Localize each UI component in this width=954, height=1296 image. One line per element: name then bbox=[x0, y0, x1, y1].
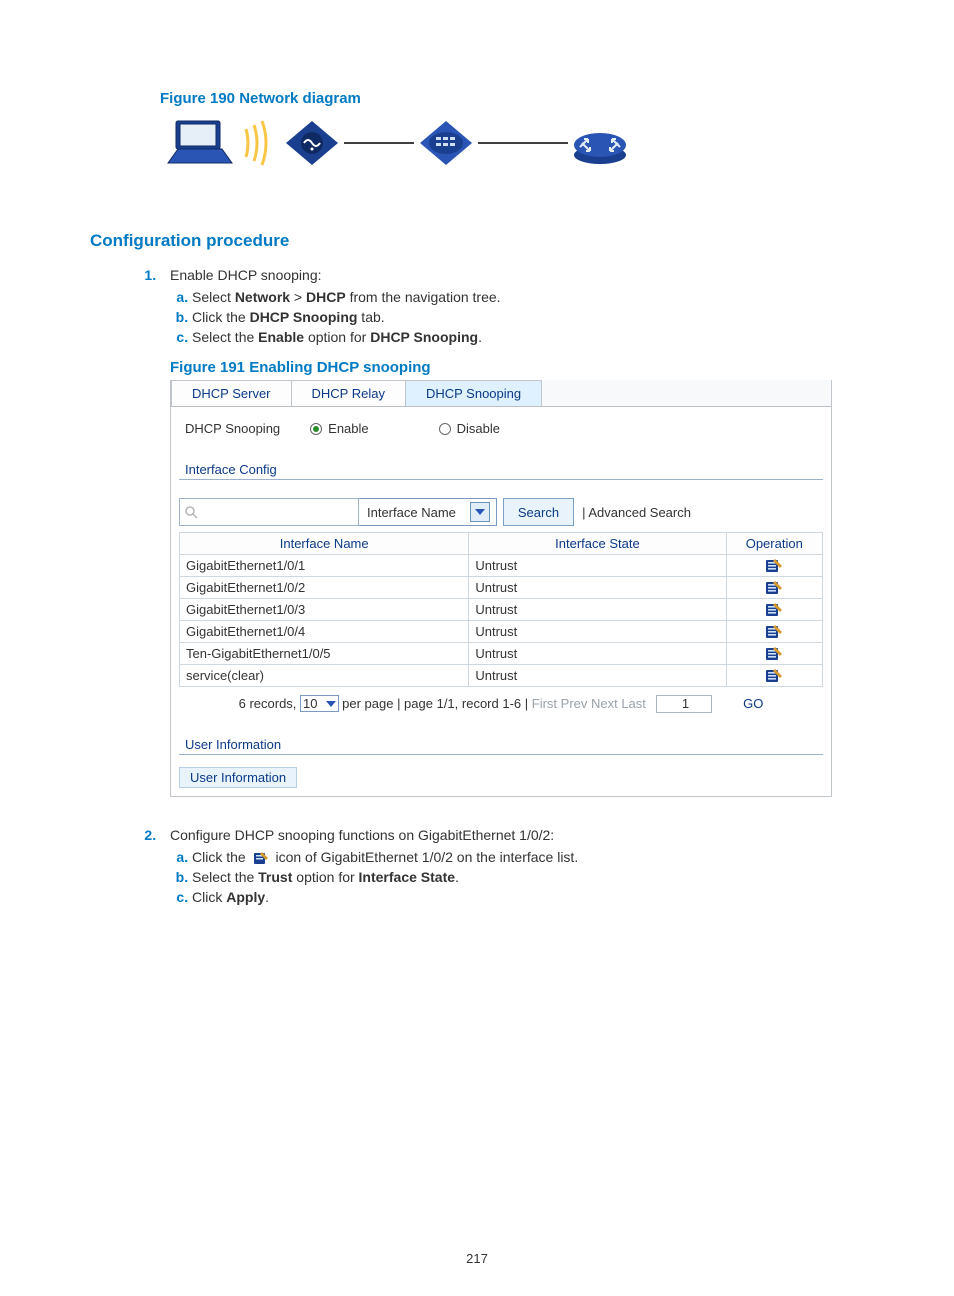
table-row: GigabitEthernet1/0/2Untrust bbox=[180, 577, 823, 599]
network-diagram bbox=[160, 115, 864, 171]
per-page-select[interactable]: 10 bbox=[300, 695, 338, 712]
cell-interface-state: Untrust bbox=[469, 599, 726, 621]
cell-operation bbox=[726, 599, 822, 621]
radio-dot-checked-icon bbox=[310, 423, 322, 435]
connector-line bbox=[478, 115, 568, 171]
step-2b: Select the Trust option for Interface St… bbox=[192, 869, 864, 885]
chevron-down-icon bbox=[326, 701, 336, 707]
switch-icon bbox=[414, 115, 478, 171]
gui-panel: DHCP Server DHCP Relay DHCP Snooping DHC… bbox=[170, 380, 832, 797]
cell-operation bbox=[726, 643, 822, 665]
step-2-substeps: Click the icon of GigabitEthernet 1/0/2 … bbox=[170, 849, 864, 905]
cell-interface-name: GigabitEthernet1/0/2 bbox=[180, 577, 469, 599]
snooping-label: DHCP Snooping bbox=[185, 421, 280, 436]
page-input[interactable]: 1 bbox=[656, 695, 712, 713]
search-icon bbox=[184, 505, 198, 519]
edit-icon[interactable] bbox=[765, 646, 783, 661]
go-button[interactable]: GO bbox=[743, 696, 763, 711]
edit-icon bbox=[253, 851, 269, 865]
cell-interface-name: GigabitEthernet1/0/1 bbox=[180, 555, 469, 577]
radio-dot-icon bbox=[439, 423, 451, 435]
pager-nav[interactable]: First Prev Next Last bbox=[532, 696, 646, 711]
cell-operation bbox=[726, 621, 822, 643]
radio-enable[interactable]: Enable bbox=[310, 421, 368, 436]
table-row: GigabitEthernet1/0/3Untrust bbox=[180, 599, 823, 621]
cell-interface-state: Untrust bbox=[469, 555, 726, 577]
edit-icon[interactable] bbox=[765, 668, 783, 683]
edit-icon[interactable] bbox=[765, 580, 783, 595]
table-row: GigabitEthernet1/0/1Untrust bbox=[180, 555, 823, 577]
step-2c: Click Apply. bbox=[192, 889, 864, 905]
tab-dhcp-snooping[interactable]: DHCP Snooping bbox=[406, 380, 542, 406]
interface-table: Interface Name Interface State Operation… bbox=[179, 532, 823, 687]
user-info-header: User Information bbox=[179, 737, 823, 755]
page-number: 217 bbox=[0, 1251, 954, 1266]
table-row: Ten-GigabitEthernet1/0/5Untrust bbox=[180, 643, 823, 665]
step-1c: Select the Enable option for DHCP Snoopi… bbox=[192, 329, 864, 345]
step-1a: Select Network > DHCP from the navigatio… bbox=[192, 289, 864, 305]
wireless-icon bbox=[240, 115, 280, 171]
step-2: Configure DHCP snooping functions on Gig… bbox=[160, 827, 864, 905]
step-1: Enable DHCP snooping: Select Network > D… bbox=[160, 267, 864, 827]
interface-config-header: Interface Config bbox=[179, 462, 823, 480]
search-button[interactable]: Search bbox=[503, 498, 574, 526]
tab-dhcp-relay[interactable]: DHCP Relay bbox=[292, 380, 406, 406]
connector-line bbox=[344, 115, 414, 171]
table-row: GigabitEthernet1/0/4Untrust bbox=[180, 621, 823, 643]
cell-interface-name: Ten-GigabitEthernet1/0/5 bbox=[180, 643, 469, 665]
edit-icon[interactable] bbox=[765, 558, 783, 573]
th-interface-state: Interface State bbox=[469, 533, 726, 555]
router-icon bbox=[568, 115, 632, 171]
edit-icon[interactable] bbox=[765, 602, 783, 617]
step-list: Enable DHCP snooping: Select Network > D… bbox=[160, 267, 864, 905]
cell-operation bbox=[726, 577, 822, 599]
config-procedure-heading: Configuration procedure bbox=[90, 231, 864, 251]
tab-dhcp-server[interactable]: DHCP Server bbox=[171, 380, 292, 406]
cell-interface-state: Untrust bbox=[469, 577, 726, 599]
cell-interface-state: Untrust bbox=[469, 643, 726, 665]
cell-interface-name: GigabitEthernet1/0/4 bbox=[180, 621, 469, 643]
step-2a: Click the icon of GigabitEthernet 1/0/2 … bbox=[192, 849, 864, 865]
table-row: service(clear)Untrust bbox=[180, 665, 823, 687]
laptop-icon bbox=[160, 115, 240, 171]
th-operation: Operation bbox=[726, 533, 822, 555]
access-point-icon bbox=[280, 115, 344, 171]
figure-191-caption: Figure 191 Enabling DHCP snooping bbox=[170, 359, 864, 376]
advanced-search-link[interactable]: | Advanced Search bbox=[582, 498, 691, 526]
cell-interface-state: Untrust bbox=[469, 621, 726, 643]
cell-interface-state: Untrust bbox=[469, 665, 726, 687]
radio-disable[interactable]: Disable bbox=[439, 421, 500, 436]
step-1-text: Enable DHCP snooping: bbox=[170, 267, 864, 283]
cell-operation bbox=[726, 665, 822, 687]
pager: 6 records, 10 per page | page 1/1, recor… bbox=[179, 687, 823, 713]
step-1b: Click the DHCP Snooping tab. bbox=[192, 309, 864, 325]
cell-operation bbox=[726, 555, 822, 577]
user-info-link[interactable]: User Information bbox=[179, 767, 297, 788]
search-field-select[interactable]: Interface Name bbox=[359, 498, 497, 526]
th-interface-name: Interface Name bbox=[180, 533, 469, 555]
search-input[interactable] bbox=[179, 498, 359, 526]
edit-icon[interactable] bbox=[765, 624, 783, 639]
step-2-text: Configure DHCP snooping functions on Gig… bbox=[170, 827, 864, 843]
figure-190-caption: Figure 190 Network diagram bbox=[160, 90, 864, 107]
cell-interface-name: GigabitEthernet1/0/3 bbox=[180, 599, 469, 621]
step-1-substeps: Select Network > DHCP from the navigatio… bbox=[170, 289, 864, 345]
chevron-down-icon bbox=[470, 502, 490, 522]
tab-bar: DHCP Server DHCP Relay DHCP Snooping bbox=[171, 380, 831, 407]
cell-interface-name: service(clear) bbox=[180, 665, 469, 687]
